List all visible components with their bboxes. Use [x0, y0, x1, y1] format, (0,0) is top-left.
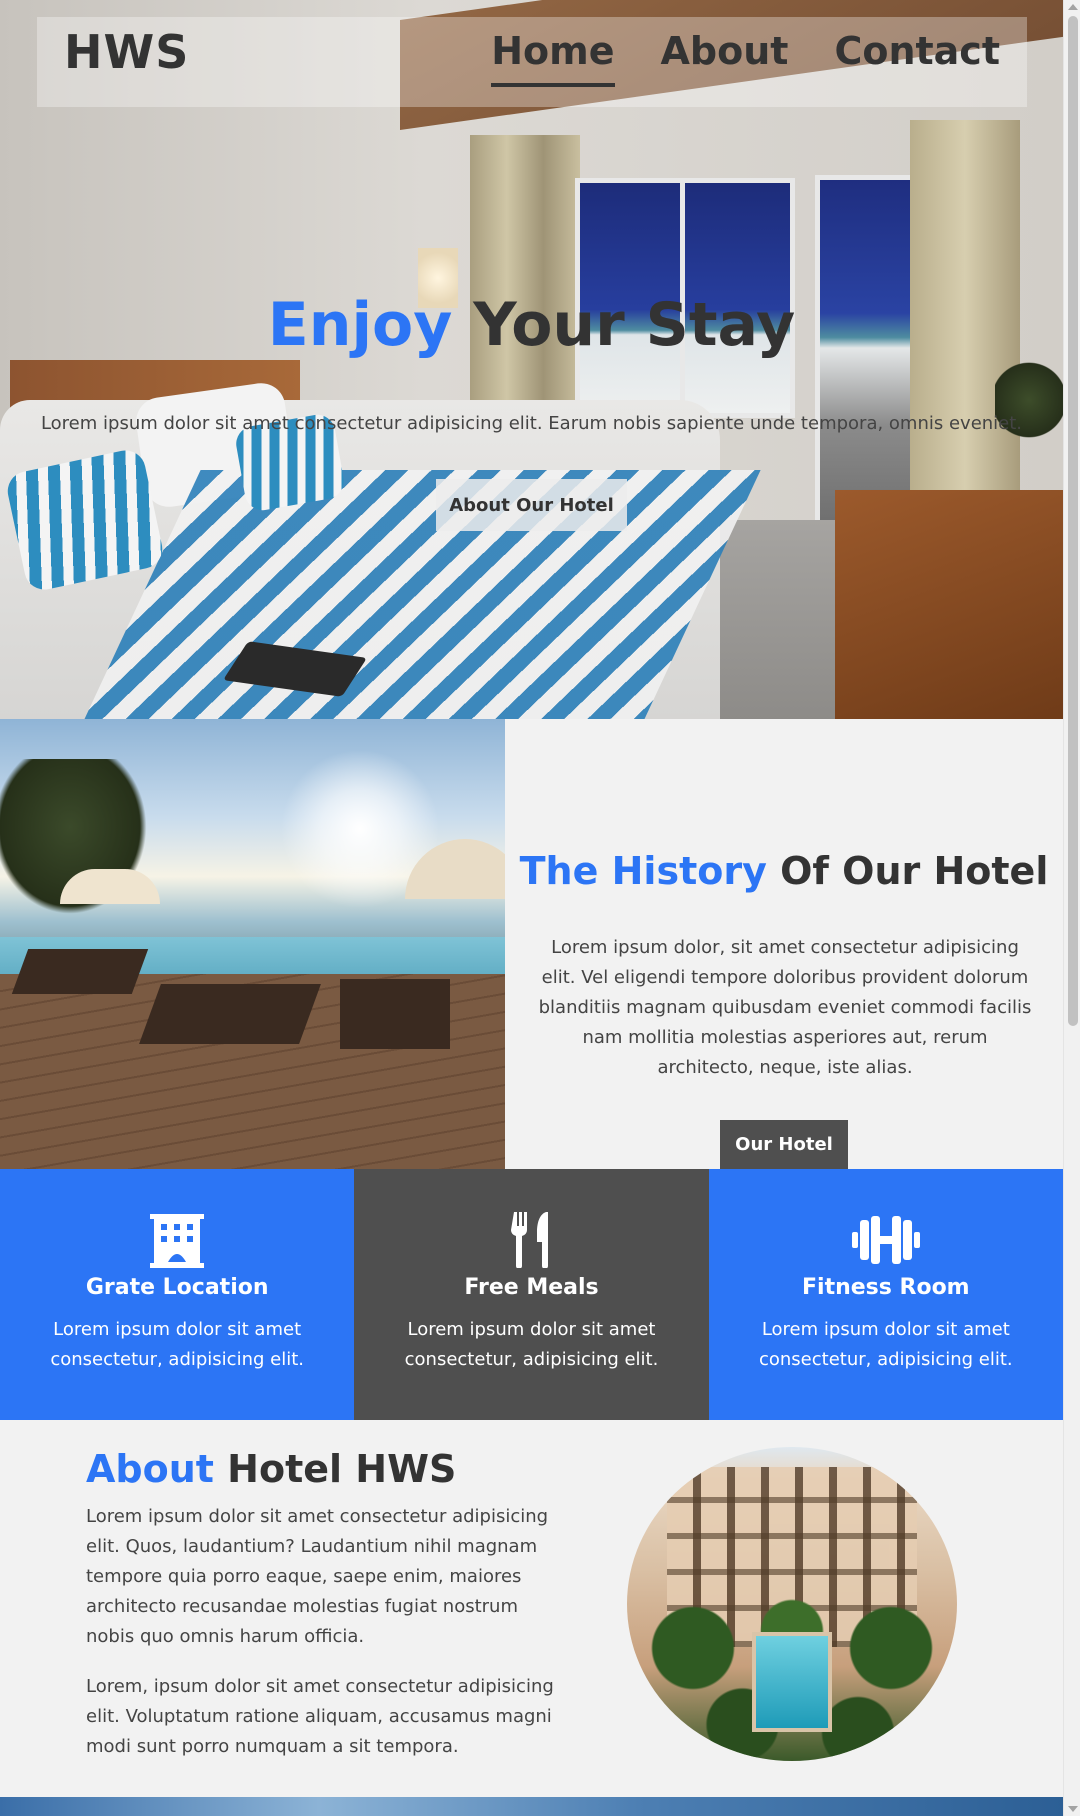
features-section: Grate Location Lorem ipsum dolor sit ame… [0, 1169, 1063, 1420]
our-hotel-button[interactable]: Our Hotel [720, 1120, 848, 1169]
history-section: The History Of Our Hotel Lorem ipsum dol… [0, 719, 1063, 1169]
history-content: The History Of Our Hotel Lorem ipsum dol… [505, 719, 1063, 1169]
about-paragraph: Lorem, ipsum dolor sit amet consectetur … [86, 1676, 554, 1757]
about-our-hotel-button[interactable]: About Our Hotel [436, 479, 627, 531]
hero-text: Lorem ipsum dolor sit amet consectetur a… [40, 413, 1023, 434]
feature-text: Lorem ipsum dolor sit amet consectetur, … [50, 1319, 304, 1370]
feature-title: Fitness Room [802, 1275, 970, 1300]
scroll-up-arrow-icon[interactable] [1068, 4, 1078, 10]
feature-card-meals: Free Meals Lorem ipsum dolor sit amet co… [354, 1169, 709, 1420]
about-paragraph: Lorem ipsum dolor sit amet consectetur a… [86, 1506, 549, 1647]
logo[interactable]: HWS [64, 25, 189, 79]
hero-title-highlight: Enjoy [267, 290, 453, 360]
feature-text: Lorem ipsum dolor sit amet consectetur, … [404, 1319, 659, 1370]
about-title: About Hotel HWS [86, 1447, 456, 1491]
dumbbell-icon [851, 1216, 920, 1264]
history-title-highlight: The History [519, 849, 767, 893]
hero-title: Enjoy Your Stay [0, 290, 1063, 360]
main-nav: Home About Contact [491, 29, 1000, 87]
hotel-building-icon [150, 1214, 205, 1268]
feature-card-location: Grate Location Lorem ipsum dolor sit ame… [0, 1169, 355, 1420]
nav-about[interactable]: About [661, 29, 789, 87]
navbar: HWS Home About Contact [37, 17, 1027, 107]
image-lounge-chair [11, 949, 149, 994]
scrollbar-thumb[interactable] [1068, 16, 1078, 1026]
history-title: The History Of Our Hotel [505, 849, 1063, 893]
hero-title-rest: Your Stay [452, 290, 796, 360]
feature-card-fitness: Fitness Room Lorem ipsum dolor sit amet … [708, 1169, 1063, 1420]
image-lounge-chair [340, 979, 450, 1049]
page: HWS Home About Contact Enjoy Your Stay L… [0, 0, 1063, 1816]
utensils-icon [511, 1212, 549, 1268]
image-pool [752, 1632, 832, 1732]
feature-title: Free Meals [464, 1275, 599, 1300]
feature-title: Grate Location [85, 1275, 269, 1300]
hotel-courtyard-image [627, 1447, 957, 1761]
feature-text: Lorem ipsum dolor sit amet consectetur, … [758, 1319, 1013, 1370]
nav-contact[interactable]: Contact [834, 29, 1000, 87]
hero-section: HWS Home About Contact Enjoy Your Stay L… [0, 0, 1063, 719]
pool-deck-image [0, 719, 505, 1169]
next-section-image-edge [0, 1797, 1063, 1816]
image-lounge-chair [139, 984, 321, 1044]
about-section: About Hotel HWS Lorem ipsum dolor sit am… [0, 1420, 1063, 1796]
scroll-down-arrow-icon[interactable] [1068, 1806, 1078, 1812]
about-title-rest: Hotel HWS [213, 1447, 457, 1491]
vertical-scrollbar[interactable] [1063, 0, 1080, 1816]
history-text: Lorem ipsum dolor, sit amet consectetur … [538, 937, 1032, 1078]
about-title-highlight: About [86, 1447, 214, 1491]
history-title-rest: Of Our Hotel [766, 849, 1049, 893]
nav-home[interactable]: Home [491, 29, 615, 87]
